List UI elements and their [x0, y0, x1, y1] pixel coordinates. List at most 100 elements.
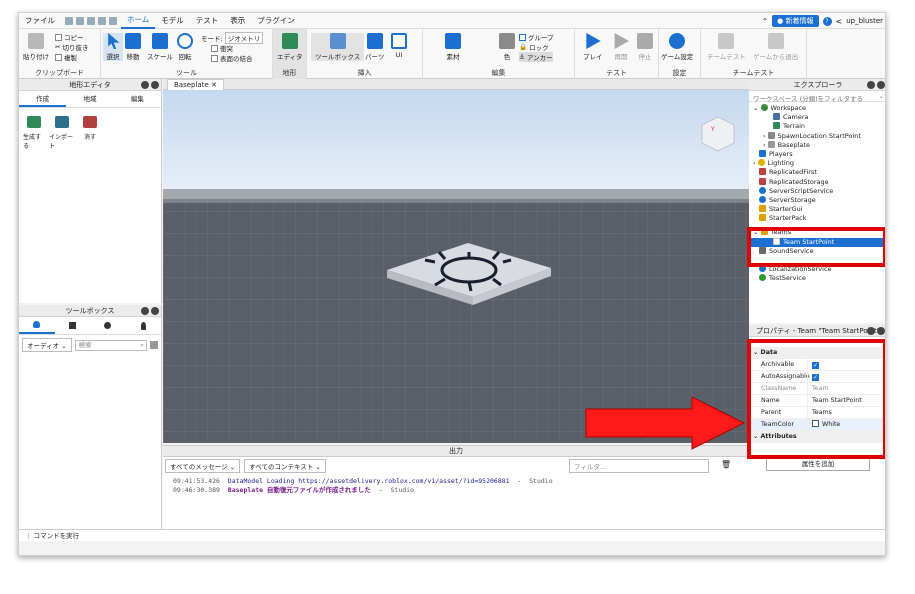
tree-item-startergui[interactable]: StarterGui: [749, 205, 885, 214]
3d-viewport[interactable]: Y: [163, 79, 749, 443]
tab-baseplate[interactable]: Baseplate ✕: [167, 79, 224, 90]
stop-button[interactable]: 停止: [637, 33, 653, 61]
tab-edit[interactable]: 編集: [114, 91, 161, 107]
redo-icon[interactable]: [109, 16, 117, 25]
tab-marketplace[interactable]: [55, 317, 91, 334]
tree-item-terrain[interactable]: Terrain: [749, 122, 885, 131]
ui-icon: [391, 33, 407, 49]
gear-icon: [669, 33, 686, 49]
tree-item-players[interactable]: Players: [749, 149, 885, 159]
settings-group: ゲーム設定 設定: [659, 29, 701, 79]
restore-icon[interactable]: [867, 327, 875, 335]
menu-right: ⌃ ● 新着情報 ? < up_bluster: [761, 15, 883, 27]
join-surfaces-toggle[interactable]: 表面の結合: [211, 53, 253, 63]
play-icon: [586, 33, 601, 49]
game-settings-button[interactable]: ゲーム設定: [661, 33, 693, 61]
close-icon[interactable]: [877, 81, 885, 89]
help-icon[interactable]: ?: [822, 16, 832, 26]
color-button[interactable]: 色: [499, 33, 515, 61]
paste-button[interactable]: 貼り付け: [23, 33, 49, 61]
share-icon[interactable]: <: [836, 17, 843, 26]
tree-item-lighting[interactable]: › Lighting: [749, 159, 885, 168]
message-filter-select[interactable]: すべてのメッセージ ⌄: [165, 459, 241, 473]
restore-icon[interactable]: [867, 81, 875, 89]
menu-home[interactable]: ホーム: [121, 13, 156, 29]
output-filter-input[interactable]: フィルタ...: [569, 459, 709, 473]
copy-button[interactable]: コピー: [55, 32, 84, 42]
part-cube-icon: [366, 33, 383, 49]
tree-item-testservice[interactable]: TestService: [749, 274, 885, 283]
tree-item-camera[interactable]: Camera: [749, 113, 885, 122]
restore-icon[interactable]: [141, 81, 149, 89]
context-filter-select[interactable]: すべてのコンテキスト ⌄: [244, 459, 326, 473]
tree-item-serverscriptservice[interactable]: ServerScriptService: [749, 186, 885, 196]
material-icon: [445, 33, 461, 49]
color-icon: [499, 33, 515, 49]
exit-game-button[interactable]: ゲームから退出: [753, 33, 798, 61]
part-button[interactable]: パーツ: [365, 33, 384, 61]
open-file-icon[interactable]: [76, 16, 84, 25]
terrain-editor-button[interactable]: エディタ: [277, 33, 303, 61]
close-icon[interactable]: [151, 81, 159, 89]
duplicate-button[interactable]: 複製: [55, 52, 77, 62]
restore-icon[interactable]: [141, 307, 149, 315]
tree-item-replicatedstorage[interactable]: ReplicatedStorage: [749, 177, 885, 187]
menu-test[interactable]: テスト: [190, 15, 225, 26]
material-button[interactable]: 素材: [445, 33, 461, 61]
tree-item-spawnlocation[interactable]: › SpawnLocation StartPoint: [749, 131, 885, 141]
tab-inventory[interactable]: [19, 317, 55, 334]
output-log: 09:41:53.426 DataModel Loading https://a…: [163, 475, 749, 497]
toolbox-search-input[interactable]: 検索 ⌕: [74, 339, 147, 351]
new-file-icon[interactable]: [65, 16, 73, 25]
team-test-button[interactable]: チームテスト: [707, 33, 746, 61]
tree-item-replicatedfirst[interactable]: ReplicatedFirst: [749, 168, 885, 177]
close-icon[interactable]: [151, 307, 159, 315]
select-button[interactable]: 選択: [103, 33, 123, 61]
terrain-icon: [281, 33, 298, 49]
generate-icon: [27, 116, 41, 128]
explorer-search-input[interactable]: ワークスペース (分類)をフィルタする ⌄: [749, 91, 885, 103]
tree-item-workspace[interactable]: ⌄ Workspace: [749, 104, 885, 113]
chevron-icon[interactable]: ⌃: [761, 17, 768, 26]
toolbox-button[interactable]: ツールボックス: [311, 33, 365, 61]
group-button[interactable]: グループ: [519, 32, 554, 42]
add-attribute-button[interactable]: 属性を追加: [766, 457, 870, 471]
cut-button[interactable]: ✂ 切り抜き: [55, 42, 88, 52]
tree-item-serverstorage[interactable]: ServerStorage: [749, 195, 885, 205]
menu-model[interactable]: モデル: [155, 15, 190, 26]
undo-icon[interactable]: [98, 16, 106, 25]
ribbon: 貼り付け コピー ✂ 切り抜き 複製 クリップボード 選択 移動 スケール 回転…: [19, 29, 885, 79]
grid-icon: [68, 322, 76, 329]
tab-region[interactable]: 地域: [66, 91, 113, 107]
import-button[interactable]: インポート: [49, 116, 75, 150]
clear-button[interactable]: 消す: [79, 116, 101, 150]
generate-button[interactable]: 生成する: [23, 116, 45, 150]
collisions-toggle[interactable]: 衝突: [211, 43, 233, 53]
play-button[interactable]: プレイ: [583, 33, 603, 61]
menu-plugins[interactable]: プラグイン: [251, 15, 301, 26]
trash-icon[interactable]: 🗑: [721, 460, 731, 469]
scale-button[interactable]: スケール: [147, 33, 173, 61]
resume-button[interactable]: 再開: [613, 33, 629, 61]
close-icon[interactable]: [877, 327, 885, 335]
menu-view[interactable]: 表示: [224, 15, 251, 26]
move-button[interactable]: 移動: [125, 33, 141, 61]
tree-item-starterpack[interactable]: StarterPack: [749, 214, 885, 223]
tab-creations[interactable]: [126, 317, 162, 334]
news-button[interactable]: ● 新着情報: [772, 15, 819, 27]
ui-button[interactable]: UI: [391, 33, 407, 59]
rotate-button[interactable]: 回転: [177, 33, 193, 61]
command-bar[interactable]: ⋮ コマンドを実行: [19, 529, 885, 541]
tree-item-baseplate[interactable]: › Baseplate: [749, 140, 885, 150]
username[interactable]: up_bluster: [846, 17, 883, 25]
filter-icon[interactable]: [150, 341, 158, 349]
lock-button[interactable]: 🔒 ロック: [519, 42, 549, 52]
tab-create[interactable]: 作成: [19, 91, 67, 107]
anchor-button[interactable]: ⚓ アンカー: [519, 52, 553, 62]
tab-recent[interactable]: [90, 317, 126, 334]
quick-access-toolbar: [65, 16, 117, 25]
menu-file[interactable]: ファイル: [19, 15, 61, 26]
category-select[interactable]: オーディオ ⌄: [22, 338, 72, 352]
save-icon[interactable]: [87, 16, 95, 25]
viewport-scene: Y: [163, 90, 749, 443]
